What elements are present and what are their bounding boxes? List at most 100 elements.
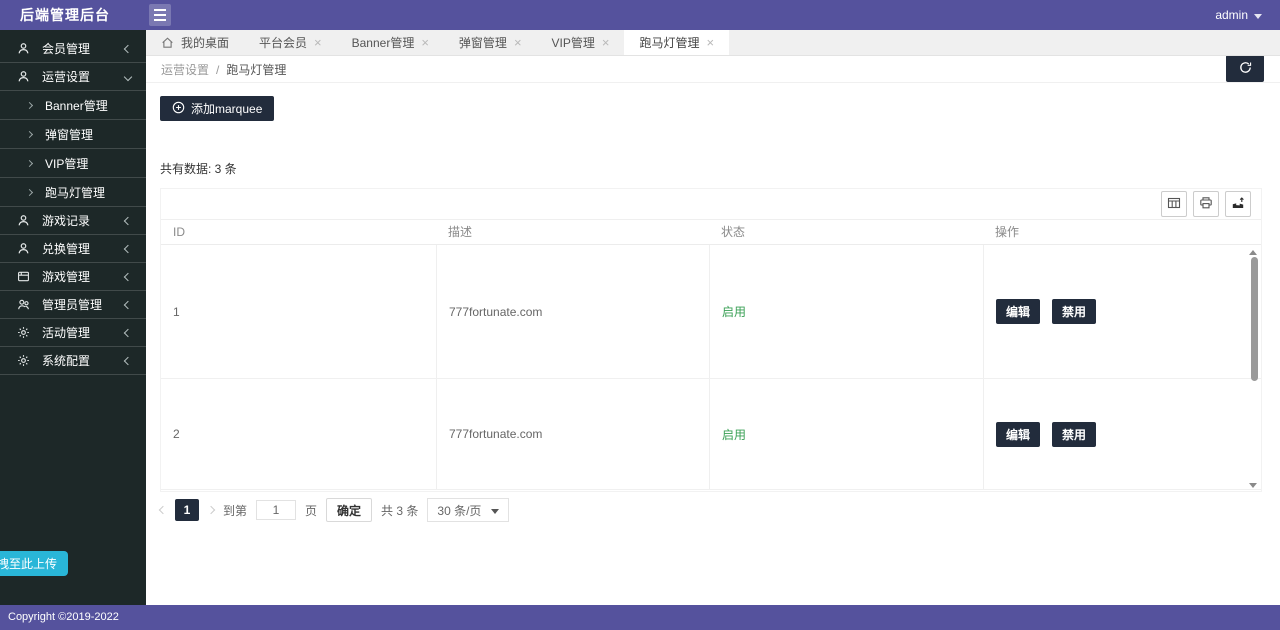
sidebar-item-admin-management[interactable]: 管理员管理 (0, 291, 146, 319)
sidebar-item-label: Banner管理 (45, 97, 108, 114)
breadcrumb-section[interactable]: 运营设置 (161, 57, 209, 83)
data-count-text: 共有数据: 3 条 (160, 160, 237, 177)
gear-icon (17, 326, 31, 340)
home-icon (161, 36, 174, 49)
cell-desc: 777fortunate.com (436, 245, 709, 379)
page-number-input[interactable] (256, 500, 296, 520)
table-card: ID 描述 状态 操作 1 777fortunate.com 启用 编辑 禁用 … (160, 188, 1262, 492)
sidebar-item-marquee-management[interactable]: 跑马灯管理 (0, 178, 146, 207)
columns-filter-button[interactable] (1161, 191, 1187, 217)
disable-button[interactable]: 禁用 (1052, 299, 1096, 324)
sidebar-item-member-management[interactable]: 会员管理 (0, 35, 146, 63)
close-icon[interactable]: × (706, 36, 714, 49)
tab-label: 跑马灯管理 (639, 34, 699, 51)
table-header-row: ID 描述 状态 操作 (161, 220, 1261, 245)
total-count-label: 共 3 条 (381, 502, 418, 519)
close-icon[interactable]: × (421, 36, 429, 49)
hamburger-menu-icon[interactable] (149, 4, 171, 26)
refresh-button[interactable] (1226, 55, 1264, 82)
breadcrumb-separator: / (216, 57, 219, 83)
export-button[interactable] (1225, 191, 1251, 217)
status-badge: 启用 (722, 426, 746, 443)
column-header-action: 操作 (983, 220, 1261, 245)
user-menu[interactable]: admin (1215, 0, 1262, 30)
chevron-down-icon (491, 509, 499, 514)
edit-button[interactable]: 编辑 (996, 299, 1040, 324)
sidebar-item-label: 会员管理 (42, 40, 90, 57)
chevron-down-icon (1254, 14, 1262, 19)
plus-circle-icon (172, 101, 185, 117)
sidebar-item-operation-settings[interactable]: 运营设置 (0, 63, 146, 91)
breadcrumb-bar: 运营设置 / 跑马灯管理 (146, 57, 1280, 83)
sidebar-item-game-records[interactable]: 游戏记录 (0, 207, 146, 235)
close-icon[interactable]: × (602, 36, 610, 49)
close-icon[interactable]: × (514, 36, 522, 49)
scrollbar-thumb[interactable] (1251, 257, 1258, 381)
footer: Copyright ©2019-2022 (0, 605, 1280, 630)
refresh-icon (1238, 60, 1253, 78)
prev-page-icon[interactable] (159, 506, 167, 514)
chevron-left-icon (124, 217, 132, 225)
add-marquee-button[interactable]: 添加marquee (160, 96, 274, 121)
printer-icon (1199, 196, 1213, 213)
user-icon (17, 242, 31, 256)
sidebar-item-label: 弹窗管理 (45, 126, 93, 143)
chevron-right-icon (26, 101, 33, 108)
sidebar-item-game-management[interactable]: 游戏管理 (0, 263, 146, 291)
sidebar-item-banner-management[interactable]: Banner管理 (0, 91, 146, 120)
sidebar-item-vip-management[interactable]: VIP管理 (0, 149, 146, 178)
current-page-button[interactable]: 1 (175, 499, 199, 521)
sidebar-item-label: 运营设置 (42, 68, 90, 85)
app-title: 后端管理后台 (20, 0, 110, 30)
breadcrumb: 运营设置 / 跑马灯管理 (161, 57, 286, 83)
cell-actions: 编辑 禁用 (983, 245, 1261, 379)
column-header-desc: 描述 (436, 220, 709, 245)
tab-vip-management[interactable]: VIP管理 × (537, 30, 625, 55)
tab-label: 平台会员 (259, 34, 307, 51)
export-icon (1231, 196, 1245, 213)
edit-button[interactable]: 编辑 (996, 422, 1040, 447)
upload-here-button[interactable]: 拽至此上传 (0, 551, 68, 576)
sidebar-item-exchange-management[interactable]: 兑换管理 (0, 235, 146, 263)
column-header-id: ID (161, 220, 436, 245)
user-icon (17, 42, 31, 56)
user-icon (17, 70, 31, 84)
tab-label: Banner管理 (352, 34, 415, 51)
page-size-select[interactable]: 30 条/页 (427, 498, 509, 522)
page-unit-label: 页 (305, 502, 317, 519)
tab-marquee-management[interactable]: 跑马灯管理 × (624, 30, 729, 55)
cell-actions: 编辑 禁用 (983, 379, 1261, 490)
sidebar-item-label: 系统配置 (42, 352, 90, 369)
tab-bar: 我的桌面 平台会员 × Banner管理 × 弹窗管理 × VIP管理 × 跑马… (146, 30, 1280, 56)
tab-platform-member[interactable]: 平台会员 × (244, 30, 337, 55)
scrollbar-down-icon[interactable] (1249, 483, 1257, 488)
tab-banner-management[interactable]: Banner管理 × (337, 30, 444, 55)
sidebar-item-popup-management[interactable]: 弹窗管理 (0, 120, 146, 149)
top-bar: 后端管理后台 admin (0, 0, 1280, 30)
chevron-right-icon (26, 188, 33, 195)
confirm-page-button[interactable]: 确定 (326, 498, 372, 522)
sidebar-item-label: 管理员管理 (42, 296, 102, 313)
goto-label: 到第 (223, 502, 247, 519)
tab-my-desktop[interactable]: 我的桌面 (146, 30, 244, 55)
sidebar-item-activity-management[interactable]: 活动管理 (0, 319, 146, 347)
username: admin (1215, 8, 1248, 22)
tab-popup-management[interactable]: 弹窗管理 × (444, 30, 537, 55)
print-button[interactable] (1193, 191, 1219, 217)
chevron-left-icon (124, 329, 132, 337)
close-icon[interactable]: × (314, 36, 322, 49)
sidebar-item-label: 游戏记录 (42, 212, 90, 229)
sidebar-item-system-config[interactable]: 系统配置 (0, 347, 146, 375)
column-header-status: 状态 (709, 220, 983, 245)
next-page-icon[interactable] (207, 506, 215, 514)
tab-label: VIP管理 (552, 34, 595, 51)
user-icon (17, 214, 31, 228)
chevron-right-icon (26, 130, 33, 137)
table-row: 1 777fortunate.com 启用 编辑 禁用 (161, 245, 1261, 379)
scrollbar-up-icon[interactable] (1249, 250, 1257, 255)
disable-button[interactable]: 禁用 (1052, 422, 1096, 447)
status-badge: 启用 (722, 303, 746, 320)
chevron-left-icon (124, 273, 132, 281)
sidebar-item-label: 游戏管理 (42, 268, 90, 285)
sidebar-item-label: 兑换管理 (42, 240, 90, 257)
